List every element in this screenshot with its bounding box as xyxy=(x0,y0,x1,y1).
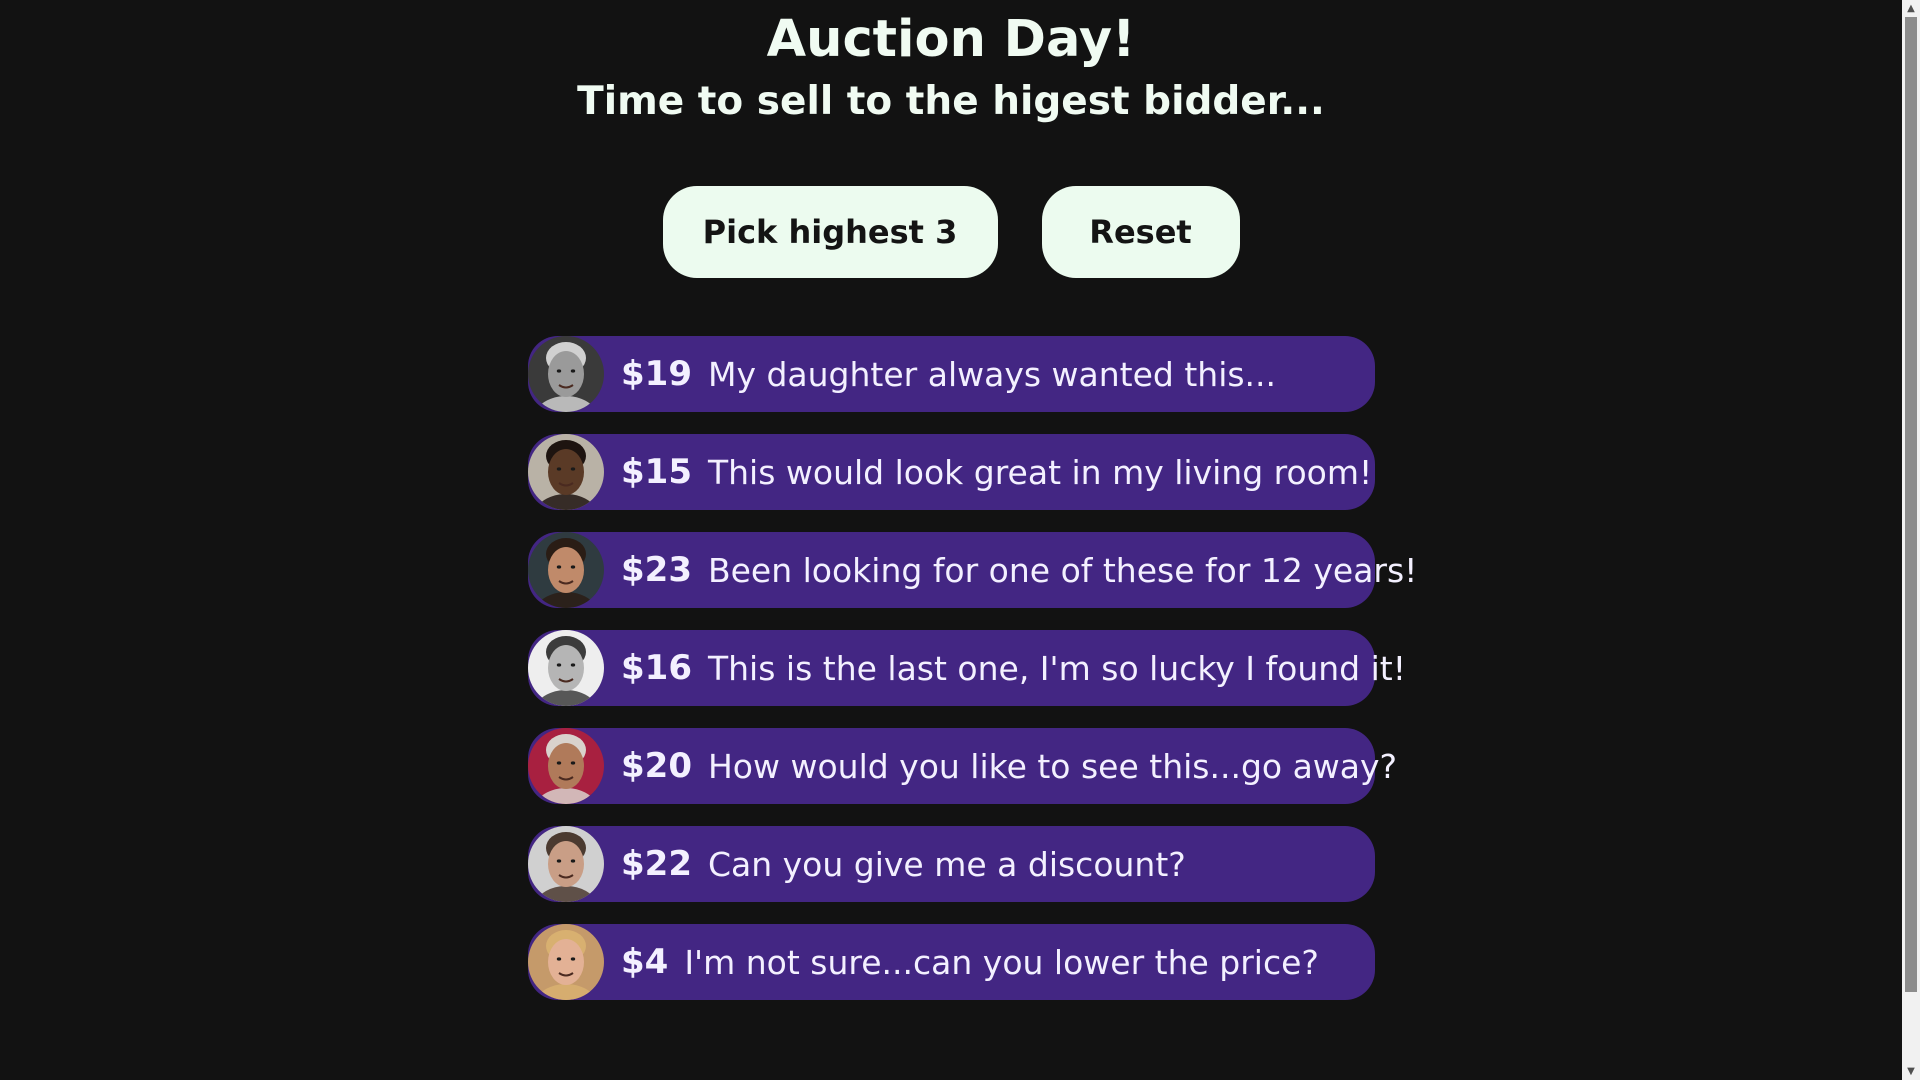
bid-message: I'm not sure...can you lower the price? xyxy=(684,942,1319,982)
bid-amount: $23 xyxy=(621,550,692,590)
bid-row[interactable]: $20 How would you like to see this...go a… xyxy=(528,728,1397,804)
bid-amount: $19 xyxy=(621,354,692,394)
scrollbar-thumb[interactable] xyxy=(1905,17,1917,992)
bid-amount: $22 xyxy=(621,844,692,884)
bid-message: This is the last one, I'm so lucky I fou… xyxy=(707,648,1406,688)
bid-message: Can you give me a discount? xyxy=(707,844,1186,884)
bid-row[interactable]: $22 Can you give me a discount? xyxy=(528,826,1375,902)
bid-row[interactable]: $4 I'm not sure...can you lower the price… xyxy=(528,924,1375,1000)
page-title: Auction Day! xyxy=(766,10,1136,69)
bidder-avatar-icon xyxy=(528,924,604,1000)
auction-page: Auction Day! Time to sell to the higest … xyxy=(0,0,1920,1080)
bid-row[interactable]: $19 My daughter always wanted this... xyxy=(528,336,1375,412)
reset-button[interactable]: Reset xyxy=(1041,186,1240,278)
bid-list: $19 My daughter always wanted this... $15 T… xyxy=(528,336,1417,1022)
bid-message: This would look great in my living room! xyxy=(707,452,1373,492)
action-buttons: Pick highest 3 Reset xyxy=(0,186,1902,278)
vertical-scrollbar[interactable]: ▲ ▼ xyxy=(1902,0,1920,1080)
bidder-avatar-icon xyxy=(528,532,604,608)
bidder-avatar-icon xyxy=(528,336,604,412)
bidder-avatar-icon xyxy=(528,434,604,510)
bidder-avatar-icon xyxy=(528,728,604,804)
bid-message: How would you like to see this...go away… xyxy=(707,746,1398,786)
bidder-avatar-icon xyxy=(528,826,604,902)
bid-row[interactable]: $16 This is the last one, I'm so lucky I … xyxy=(528,630,1406,706)
scroll-down-arrow-icon[interactable]: ▼ xyxy=(1902,1063,1920,1080)
page-subtitle: Time to sell to the higest bidder... xyxy=(577,79,1325,124)
bid-message: My daughter always wanted this... xyxy=(707,354,1277,394)
bid-amount: $16 xyxy=(621,648,692,688)
main-content: Auction Day! Time to sell to the higest … xyxy=(0,0,1902,1080)
bidder-avatar-icon xyxy=(528,630,604,706)
bid-amount: $20 xyxy=(621,746,692,786)
bid-row[interactable]: $23 Been looking for one of these for 12 … xyxy=(528,532,1417,608)
bid-amount: $4 xyxy=(621,942,669,982)
bid-row[interactable]: $15 This would look great in my living ro… xyxy=(528,434,1375,510)
bid-amount: $15 xyxy=(621,452,692,492)
scroll-up-arrow-icon[interactable]: ▲ xyxy=(1902,0,1920,17)
pick-highest-button[interactable]: Pick highest 3 xyxy=(662,186,998,278)
bid-message: Been looking for one of these for 12 yea… xyxy=(707,550,1418,590)
